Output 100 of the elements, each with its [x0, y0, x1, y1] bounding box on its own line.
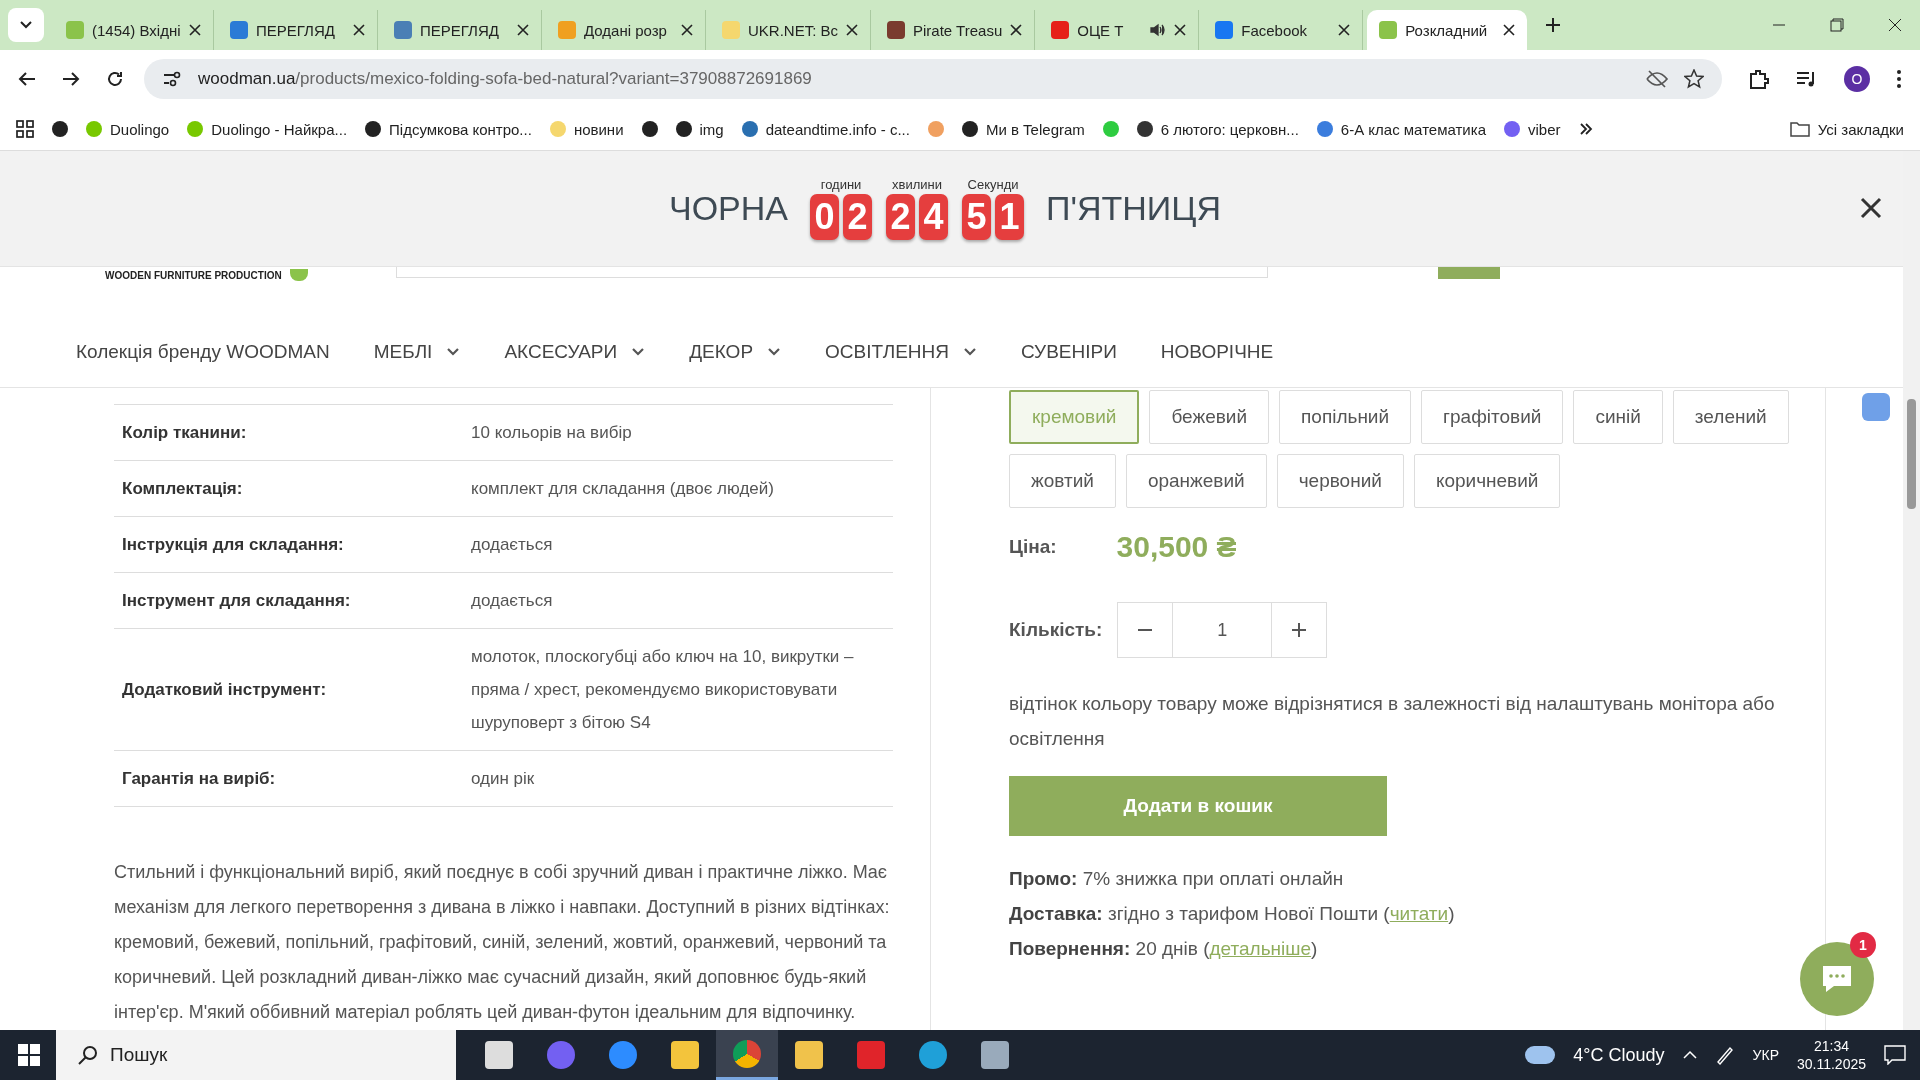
language-indicator[interactable]: УКР — [1752, 1047, 1779, 1063]
apps-grid-icon[interactable] — [16, 120, 34, 138]
notifications-icon[interactable] — [1884, 1045, 1906, 1065]
bookmark[interactable]: Підсумкова контро... — [365, 120, 532, 138]
bookmark[interactable]: Duolingo - Найкра... — [187, 120, 348, 138]
weather-text: 4°C Cloudy — [1573, 1044, 1665, 1066]
tab-search-button[interactable] — [8, 8, 44, 42]
spec-value: молоток, плоскогубці або ключ на 10, викрутки – пряма / хрест, рекомендуємо використовувати шуруповерт з бітою S4 — [471, 646, 855, 734]
url-text: woodman.ua/products/mexico-folding-sofa-bed-natural?variant=37908872691869 — [198, 69, 813, 89]
star-icon[interactable] — [1684, 69, 1704, 89]
info-line: Доставка: згідно з тарифом Нової Пошти (читати) — [1009, 902, 1456, 926]
color-option[interactable]: зелений — [1672, 390, 1789, 444]
profile-avatar[interactable]: O — [1844, 66, 1870, 92]
chrome-app-icon[interactable] — [716, 1030, 778, 1080]
search-icon — [78, 1045, 98, 1065]
tab-title: Facebook — [1241, 21, 1309, 39]
close-icon[interactable] — [1174, 24, 1187, 36]
menu-icon[interactable] — [1896, 69, 1902, 89]
close-icon[interactable] — [517, 24, 529, 36]
nav-link[interactable]: ДЕКОР — [689, 341, 782, 363]
quantity-stepper[interactable]: 1 — [1117, 602, 1328, 658]
bookmark[interactable]: img — [675, 120, 724, 138]
bookmark[interactable]: Ми в Telegram — [961, 120, 1085, 138]
new-tab-icon[interactable] — [1545, 17, 1562, 33]
spec-value: додається — [471, 590, 554, 612]
color-option[interactable]: червоний — [1276, 454, 1404, 508]
tab-title: UKR.NET: Вс — [748, 21, 838, 39]
clock[interactable]: 21:34 30.11.2025 — [1796, 1037, 1866, 1073]
back-arrow-icon[interactable] — [18, 71, 36, 87]
countdown-digit: 2 — [843, 194, 873, 240]
quantity-field[interactable]: 1 — [1172, 603, 1273, 657]
favicon-icon — [558, 21, 576, 39]
bookmark[interactable]: viber — [1504, 120, 1561, 138]
quantity-label: Кількість: — [1009, 619, 1103, 641]
pen-icon[interactable] — [1714, 1045, 1735, 1065]
close-icon[interactable] — [353, 24, 365, 36]
close-icon[interactable] — [1888, 18, 1902, 32]
color-option[interactable]: попільний — [1279, 390, 1412, 444]
color-option[interactable]: коричневий — [1413, 454, 1561, 508]
nav-link[interactable]: АКСЕСУАРИ — [504, 341, 646, 363]
nav-link[interactable]: ОСВІТЛЕННЯ — [825, 341, 977, 363]
restore-icon[interactable] — [1830, 18, 1844, 32]
favicon-icon — [1051, 21, 1070, 39]
windows-start-icon[interactable] — [18, 1044, 40, 1066]
countdown-digit: 0 — [810, 194, 840, 240]
favicon-icon — [66, 21, 84, 39]
close-icon[interactable] — [1503, 24, 1516, 36]
countdown-digit: 4 — [919, 194, 949, 240]
spec-label: Колір тканини: — [122, 421, 248, 444]
close-icon[interactable] — [1338, 24, 1351, 36]
color-option[interactable]: графітовий — [1421, 390, 1564, 444]
close-icon[interactable] — [1010, 24, 1023, 36]
nav-link[interactable]: МЕБЛІ — [373, 341, 461, 363]
close-icon[interactable] — [189, 24, 201, 36]
nav-link[interactable]: СУВЕНІРИ — [1021, 341, 1117, 363]
tab-title: (1454) Вхідні — [92, 21, 181, 39]
puzzle-icon[interactable] — [1748, 68, 1770, 90]
close-icon[interactable] — [681, 24, 693, 36]
search-field[interactable] — [395, 267, 1268, 278]
browser-tab[interactable]: Розкладний — [1367, 10, 1528, 50]
countdown-digit: 5 — [962, 194, 992, 240]
chat-bubble-icon — [1820, 964, 1854, 994]
all-bookmarks-button[interactable]: Усі закладки — [1789, 120, 1904, 138]
nav-link[interactable]: Колекція бренду WOODMAN — [76, 341, 330, 363]
bookmark[interactable] — [52, 121, 68, 137]
info-line: Промо: 7% знижка при оплаті онлайн — [1009, 867, 1345, 891]
spec-value: комплект для складання (двоє людей) — [471, 478, 775, 500]
bookmark[interactable]: dateandtime.info - с... — [741, 120, 910, 138]
translate-icon[interactable] — [1862, 393, 1890, 421]
close-icon[interactable] — [846, 24, 858, 36]
bookmark[interactable]: Duolingo — [86, 120, 170, 138]
eye-slash-icon[interactable] — [1646, 70, 1668, 88]
spec-label: Гарантія на виріб: — [122, 767, 277, 790]
chevron-double-right-icon[interactable] — [1578, 122, 1593, 136]
bookmark[interactable] — [641, 121, 658, 137]
bookmark[interactable]: новини — [549, 120, 624, 138]
address-bar[interactable]: woodman.ua/products/mexico-folding-sofa-bed-natural?variant=37908872691869 — [144, 59, 1722, 99]
tab-title: Pirate Treasu — [913, 21, 1003, 39]
close-icon[interactable] — [1860, 197, 1882, 219]
price-label: Ціна: — [1009, 536, 1057, 558]
bookmark[interactable]: 6 лютого: церковн... — [1136, 120, 1299, 138]
forward-arrow-icon[interactable] — [62, 71, 80, 87]
site-settings-icon[interactable] — [162, 71, 182, 87]
countdown-label: години — [820, 177, 862, 192]
countdown-label: Секунди — [967, 177, 1019, 192]
taskbar-search-field[interactable]: Пошук — [56, 1030, 456, 1080]
nav-link[interactable]: НОВОРІЧНЕ — [1160, 341, 1274, 363]
countdown-label: хвилини — [892, 177, 942, 192]
bookmark[interactable]: 6-А клас математика — [1316, 120, 1486, 138]
color-option[interactable]: оранжевий — [1125, 454, 1267, 508]
product-description: Стильний і функціональний виріб, який поєднує в собі зручний диван і практичне ліжко. Має механізм для легкого перетворення з дивана в ліжко і навпаки. Доступний в різних відтінках: кремовий, бежевий, попільний, графітовий, синій, зелений, жовтий, оранжевий, червоний та коричневий. Цей розкладний диван-ліжко має сучасний дизайн, який доповнює будь-який інтер'єр. М'який оббивний матеріал роблять цей диван-футон ідеальним для відпочинку. — [114, 861, 891, 1024]
chevron-up-icon[interactable] — [1682, 1050, 1697, 1060]
leaf-icon — [289, 269, 308, 281]
color-option[interactable]: жовтий — [1009, 454, 1116, 508]
color-option[interactable]: бежевий — [1149, 390, 1270, 444]
cloud-icon — [1525, 1046, 1556, 1064]
reload-icon[interactable] — [106, 70, 124, 88]
scrollbar-thumb[interactable] — [1907, 399, 1916, 509]
folder-icon — [1789, 121, 1810, 137]
color-option[interactable]: синій — [1573, 390, 1663, 444]
